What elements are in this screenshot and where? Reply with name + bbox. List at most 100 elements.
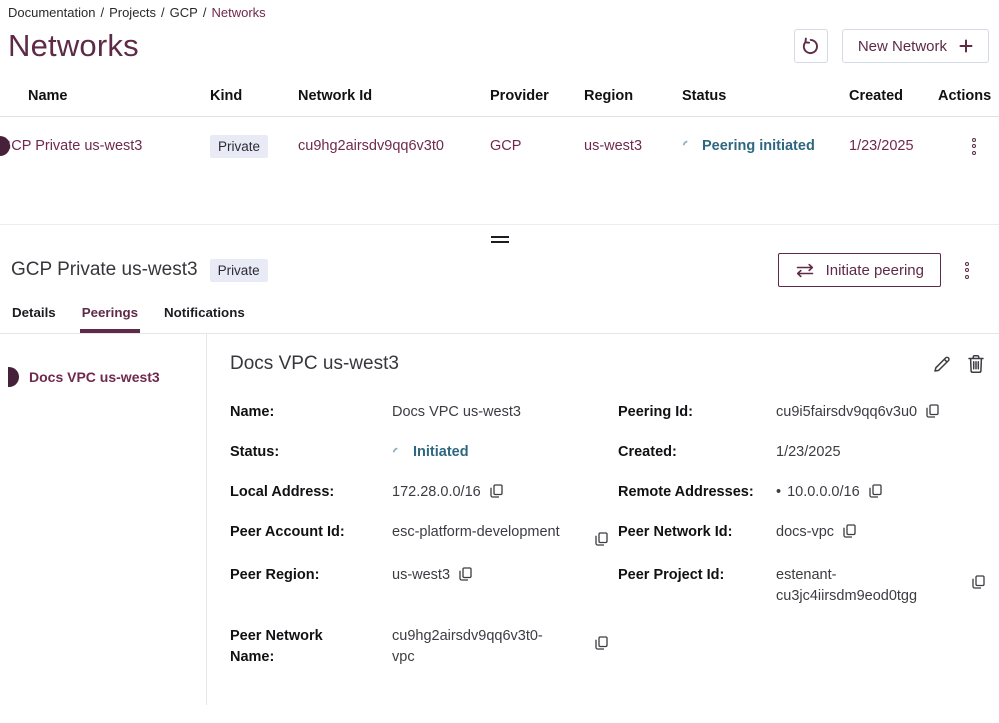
bullet-marker: • (776, 482, 781, 503)
breadcrumb: Documentation / Projects / GCP / Networks (0, 0, 999, 20)
created-cell: 1/23/2025 (849, 138, 938, 154)
network-leaf-icon (8, 367, 19, 387)
provider-cell: GCP (490, 138, 584, 154)
network-actions-kebab-button[interactable] (961, 258, 973, 283)
peering-detail-actions (932, 354, 985, 374)
refresh-button[interactable] (794, 29, 828, 63)
field-value: docs-vpc (776, 522, 834, 543)
copy-button[interactable] (595, 636, 608, 650)
field-label: Name: (230, 402, 392, 423)
breadcrumb-separator: / (203, 5, 207, 20)
field-label: Peer Account Id: (230, 522, 392, 543)
col-header-network-id: Network Id (298, 80, 490, 116)
field-name: Name: Docs VPC us-west3 (230, 402, 618, 423)
field-peer-project-id: Peer Project Id: estenant-cu3jc4iirsdm9e… (618, 565, 985, 607)
col-header-name: Name (0, 80, 210, 116)
field-label: Status: (230, 442, 392, 463)
field-row: Status: Initiated Created: 1/23/2025 (230, 442, 985, 463)
refresh-icon (801, 37, 820, 56)
breadcrumb-gcp[interactable]: GCP (170, 5, 198, 20)
field-value: 1/23/2025 (776, 442, 841, 463)
page-header: Networks New Network (0, 20, 999, 64)
field-status: Status: Initiated (230, 442, 618, 463)
pencil-icon (932, 354, 952, 374)
field-label: Peer Project Id: (618, 565, 776, 586)
field-peer-network-id: Peer Network Id: docs-vpc (618, 522, 985, 546)
network-name-link[interactable]: GCP Private us-west3 (0, 138, 142, 154)
networks-table: Name Kind Network Id Provider Region Sta… (0, 80, 999, 175)
col-header-created: Created (849, 80, 938, 116)
kind-badge: Private (210, 259, 268, 282)
field-value: esc-platform-development (392, 522, 560, 543)
peering-detail-header: Docs VPC us-west3 (230, 353, 985, 375)
copy-button[interactable] (869, 484, 882, 498)
status-cell: Peering initiated (682, 138, 849, 154)
field-empty (618, 626, 985, 668)
delete-peering-button[interactable] (967, 354, 985, 374)
copy-button[interactable] (490, 484, 503, 498)
field-label: Peer Network Id: (618, 522, 776, 543)
field-row: Name: Docs VPC us-west3 Peering Id: cu9i… (230, 402, 985, 423)
copy-button[interactable] (843, 524, 856, 538)
col-header-region: Region (584, 80, 682, 116)
network-detail-header: GCP Private us-west3 Private Initiate pe… (0, 245, 999, 287)
field-value: 172.28.0.0/16 (392, 482, 481, 503)
tab-details[interactable]: Details (10, 305, 58, 333)
breadcrumb-projects[interactable]: Projects (109, 5, 156, 20)
peering-detail-title: Docs VPC us-west3 (230, 353, 399, 375)
spinner-icon (682, 140, 694, 152)
splitter-drag-handle[interactable] (489, 234, 511, 245)
row-actions-kebab-button[interactable] (968, 134, 980, 159)
field-local-address: Local Address: 172.28.0.0/16 (230, 482, 618, 503)
breadcrumb-networks-current[interactable]: Networks (211, 5, 265, 20)
detail-tabs: Details Peerings Notifications (0, 287, 999, 334)
page-title: Networks (8, 28, 139, 64)
field-peer-account-id: Peer Account Id: esc-platform-developmen… (230, 522, 618, 546)
field-value: Docs VPC us-west3 (392, 402, 521, 423)
peering-detail: Docs VPC us-west3 (207, 334, 999, 705)
edit-peering-button[interactable] (932, 354, 952, 374)
field-row: Local Address: 172.28.0.0/16 Remote Addr… (230, 482, 985, 503)
copy-button[interactable] (459, 567, 472, 581)
swap-arrows-icon (795, 263, 815, 278)
col-header-provider: Provider (490, 80, 584, 116)
tab-notifications[interactable]: Notifications (162, 305, 247, 333)
peerings-sidebar: Docs VPC us-west3 (0, 334, 207, 705)
peerings-content: Docs VPC us-west3 Docs VPC us-west3 (0, 334, 999, 705)
page-header-actions: New Network (794, 29, 989, 63)
field-value: 10.0.0.0/16 (787, 482, 860, 503)
field-value: estenant-cu3jc4iirsdm9eod0tgg (776, 565, 948, 607)
field-label: Peer Region: (230, 565, 392, 586)
field-value: us-west3 (392, 565, 450, 586)
trash-icon (967, 354, 985, 374)
breadcrumb-separator: / (100, 5, 104, 20)
new-network-label: New Network (858, 38, 947, 55)
sidebar-item-peering[interactable]: Docs VPC us-west3 (0, 367, 206, 387)
field-value: cu9i5fairsdv9qq6v3u0 (776, 402, 917, 423)
table-row[interactable]: GCP Private us-west3 Private cu9hg2airsd… (0, 117, 999, 175)
field-peer-region: Peer Region: us-west3 (230, 565, 618, 607)
network-id-cell: cu9hg2airsdv9qq6v3t0 (298, 138, 490, 154)
copy-button[interactable] (972, 575, 985, 589)
field-row: Peer Account Id: esc-platform-developmen… (230, 522, 985, 546)
initiate-peering-button[interactable]: Initiate peering (778, 253, 941, 287)
copy-button[interactable] (595, 532, 608, 546)
table-header-row: Name Kind Network Id Provider Region Sta… (0, 80, 999, 117)
field-row: Peer Network Name: cu9hg2airsdv9qq6v3t0-… (230, 626, 985, 668)
breadcrumb-documentation[interactable]: Documentation (8, 5, 95, 20)
spinner-icon (392, 447, 404, 459)
network-detail-title: GCP Private us-west3 (11, 259, 198, 281)
plus-icon (959, 39, 973, 53)
col-header-actions: Actions (938, 80, 999, 116)
breadcrumb-separator: / (161, 5, 165, 20)
panel-splitter (0, 224, 999, 245)
field-label: Remote Addresses: (618, 482, 776, 503)
field-label: Peering Id: (618, 402, 776, 423)
new-network-button[interactable]: New Network (842, 29, 989, 63)
region-cell: us-west3 (584, 138, 682, 154)
field-remote-addresses: Remote Addresses: • 10.0.0.0/16 (618, 482, 985, 503)
col-header-kind: Kind (210, 80, 298, 116)
copy-button[interactable] (926, 404, 939, 418)
tab-peerings[interactable]: Peerings (80, 305, 140, 333)
field-label: Created: (618, 442, 776, 463)
